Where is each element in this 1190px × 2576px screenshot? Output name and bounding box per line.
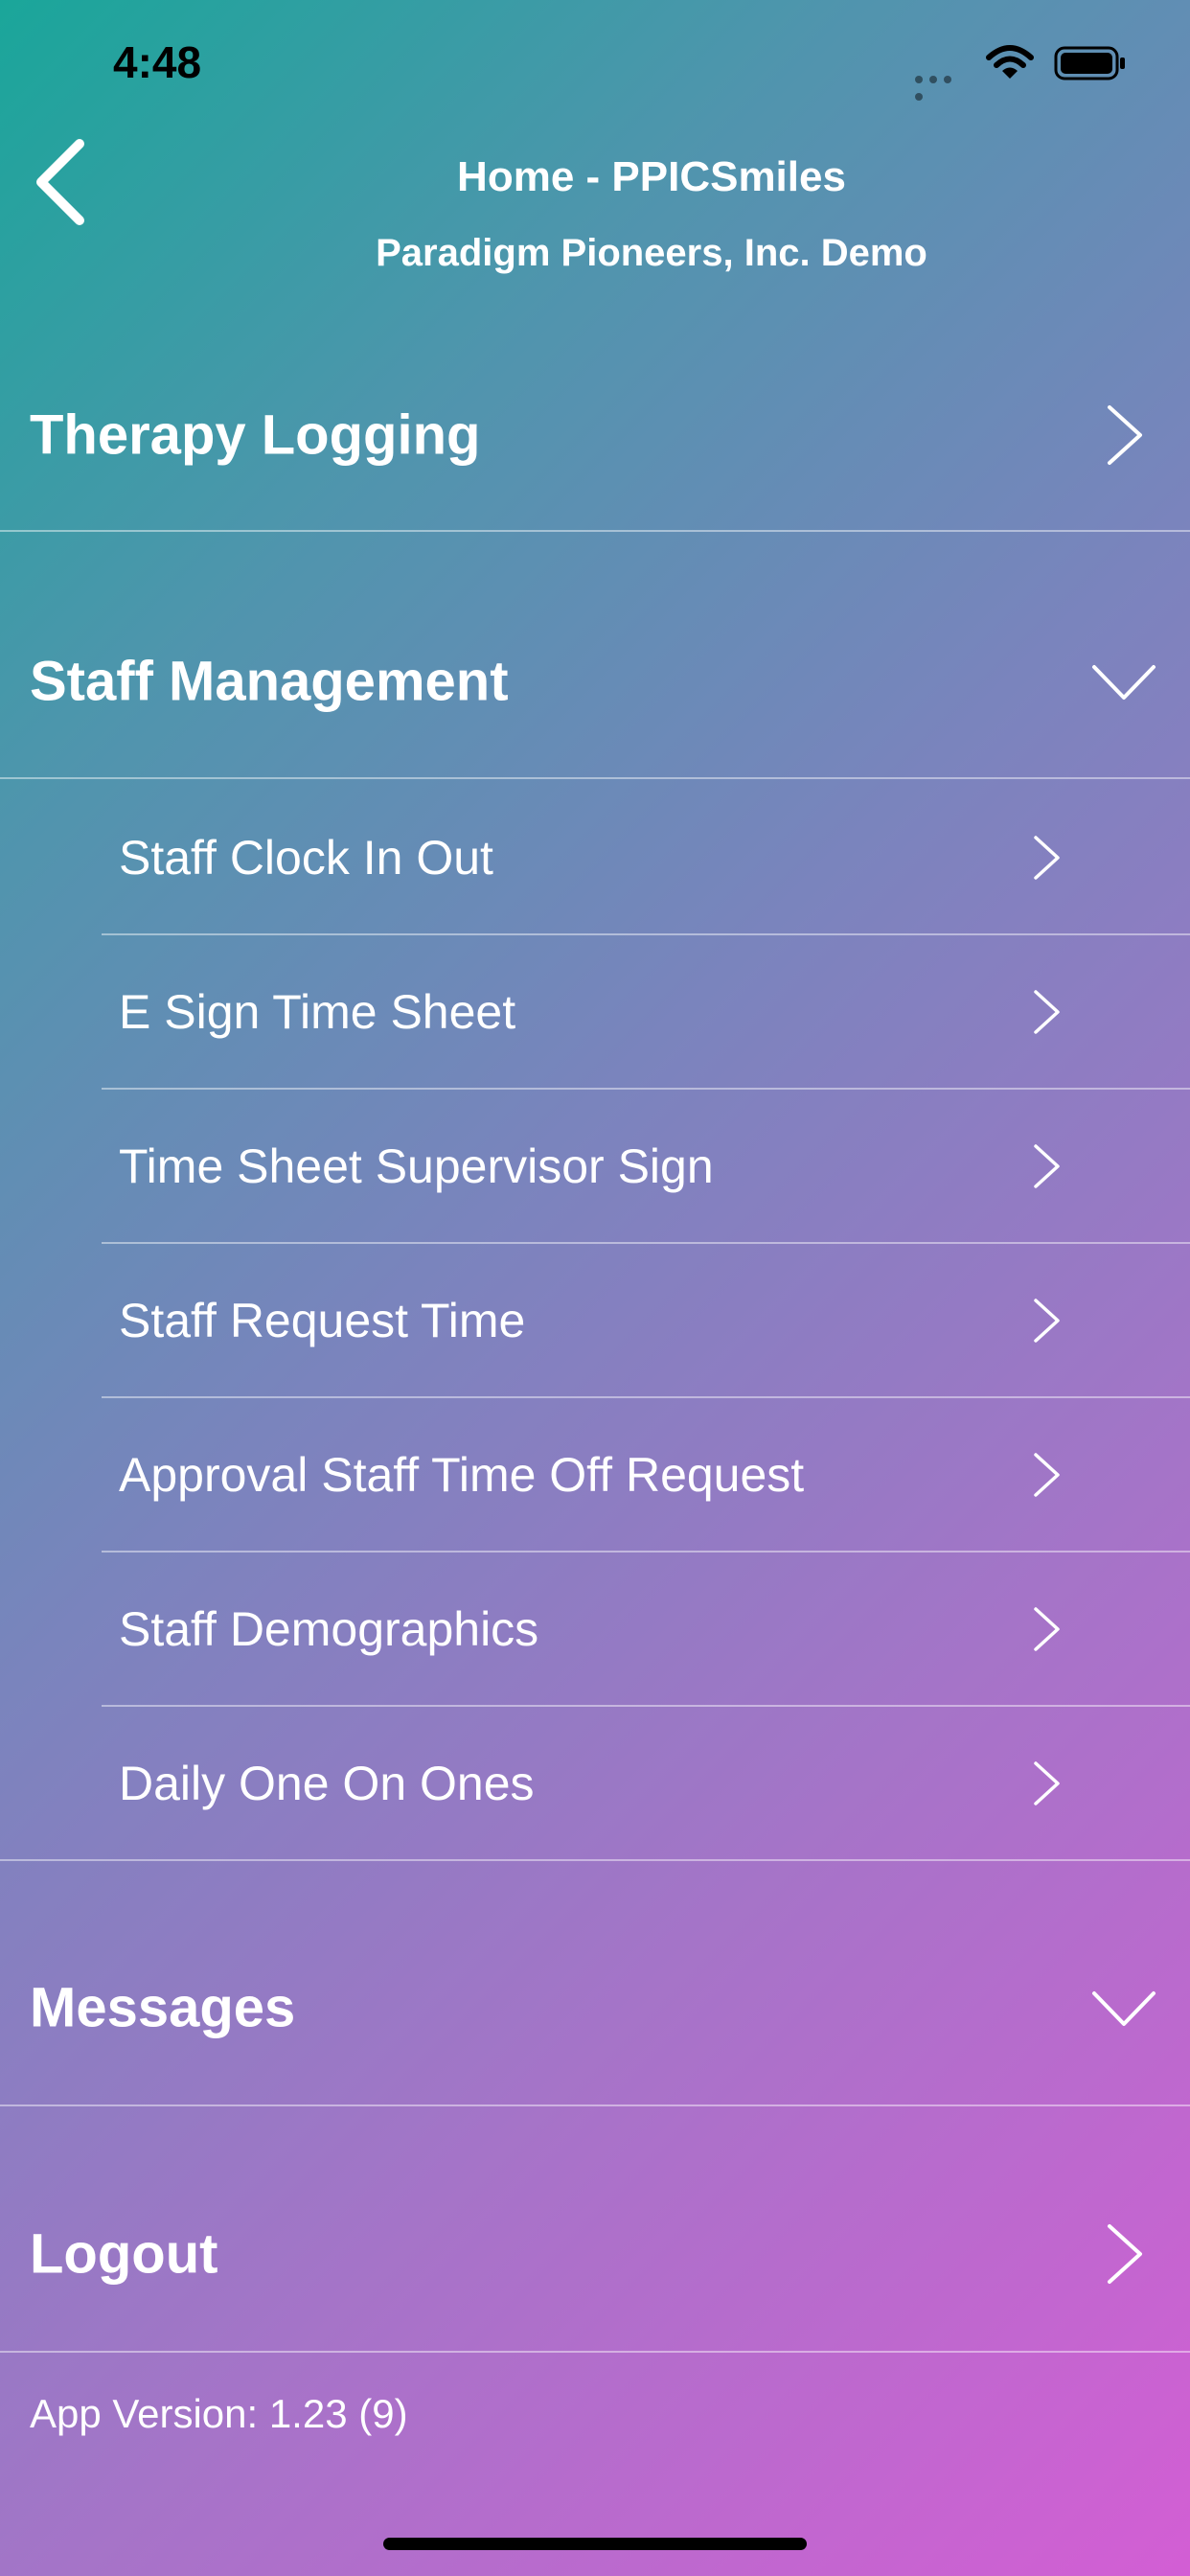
section-staff-management[interactable]: Staff Management (0, 559, 1190, 804)
section-label: Logout (30, 2222, 218, 2286)
chevron-right-icon (1034, 1143, 1060, 1188)
menu-item-label: Staff Request Time (119, 1293, 526, 1347)
cellular-signal-icon (915, 71, 971, 101)
battery-icon (1054, 46, 1125, 80)
menu-item-label: Time Sheet Supervisor Sign (119, 1138, 714, 1193)
chevron-right-icon (1034, 1452, 1060, 1497)
app-version: App Version: 1.23 (9) (30, 2391, 408, 2436)
chevron-down-icon (1092, 1991, 1156, 2026)
chevron-right-icon (1108, 2224, 1142, 2284)
status-time: 4:48 (113, 37, 202, 87)
menu-item-label: Staff Clock In Out (119, 830, 493, 885)
chevron-down-icon (1092, 665, 1156, 700)
divider (0, 777, 1190, 779)
chevron-right-icon (1034, 835, 1060, 880)
menu-item-e-sign-time-sheet[interactable]: E Sign Time Sheet (102, 934, 1190, 1089)
page-title: Home - PPICSmiles (457, 153, 846, 200)
divider (0, 1859, 1190, 1861)
chevron-right-icon (1034, 1606, 1060, 1651)
page-subtitle: Paradigm Pioneers, Inc. Demo (376, 232, 927, 274)
home-indicator[interactable] (383, 2538, 807, 2550)
menu-item-label: Approval Staff Time Off Request (119, 1447, 805, 1502)
divider (0, 2104, 1190, 2106)
section-messages[interactable]: Messages (0, 1885, 1190, 2130)
menu-item-time-sheet-supervisor-sign[interactable]: Time Sheet Supervisor Sign (102, 1089, 1190, 1243)
chevron-right-icon (1034, 1298, 1060, 1343)
section-therapy-logging[interactable]: Therapy Logging (0, 312, 1190, 558)
divider (0, 530, 1190, 532)
wifi-icon (986, 45, 1034, 79)
menu-item-label: Staff Demographics (119, 1601, 539, 1656)
menu-item-label: Daily One On Ones (119, 1756, 535, 1810)
chevron-right-icon (1034, 1760, 1060, 1806)
menu-item-daily-one-on-ones[interactable]: Daily One On Ones (102, 1706, 1190, 1860)
section-label: Therapy Logging (30, 403, 481, 467)
menu-item-approval-staff-time-off-request[interactable]: Approval Staff Time Off Request (102, 1397, 1190, 1552)
menu-item-label: E Sign Time Sheet (119, 984, 516, 1039)
section-label: Messages (30, 1976, 296, 2039)
menu-item-staff-clock-in-out[interactable]: Staff Clock In Out (102, 780, 1190, 934)
chevron-right-icon (1034, 989, 1060, 1034)
back-button[interactable] (27, 134, 94, 230)
status-bar: 4:48 (0, 0, 1190, 125)
divider (0, 2351, 1190, 2353)
chevron-left-icon (36, 139, 84, 225)
menu-item-staff-request-time[interactable]: Staff Request Time (102, 1243, 1190, 1397)
menu-item-staff-demographics[interactable]: Staff Demographics (102, 1552, 1190, 1706)
section-label: Staff Management (30, 650, 509, 713)
chevron-right-icon (1108, 405, 1142, 465)
logout-button[interactable]: Logout (0, 2131, 1190, 2377)
